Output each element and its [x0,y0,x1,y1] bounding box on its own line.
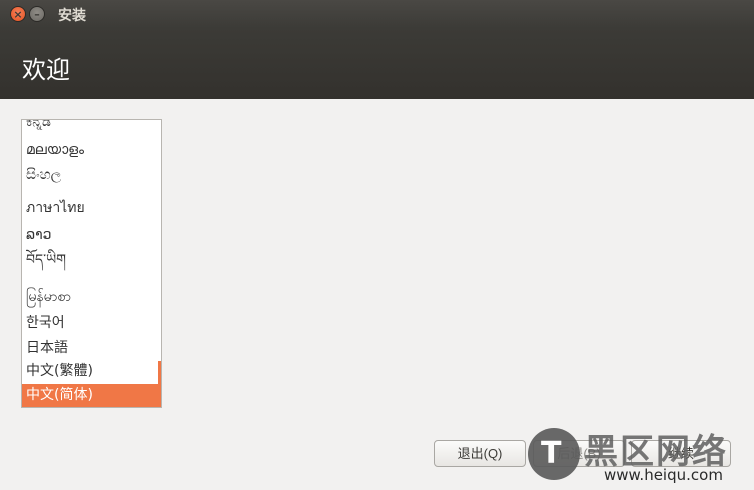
page-header: 欢迎 [0,28,754,99]
language-item[interactable]: မြန်မာစာ [22,286,161,310]
page-title: 欢迎 [22,56,70,84]
language-item[interactable]: 日本語 [22,337,161,361]
selection-edge [158,361,161,385]
language-item[interactable]: 한국어 [22,312,161,336]
language-item[interactable]: ภาษาไทย [22,197,161,221]
watermark-url: www.heiqu.com [604,466,723,484]
language-item[interactable]: සිංහල [22,164,161,188]
language-item-selected[interactable]: 中文(简体) [22,384,161,407]
language-list[interactable]: ಕನ್ನಡ മലയാളം සිංහල ภาษาไทย ລາວ བོད་ཡིག မ… [21,119,162,408]
language-item[interactable]: 中文(繁體) [22,360,161,384]
language-item[interactable]: ಕನ್ನಡ [22,120,161,135]
language-item[interactable]: ລາວ [22,224,161,248]
title-bar: × – 安装 [0,0,754,28]
close-window-icon[interactable]: × [10,6,26,22]
language-item[interactable]: മലയാളം [22,139,161,163]
minimize-window-icon[interactable]: – [29,6,45,22]
watermark-logo-icon: T [528,428,580,480]
language-item[interactable]: བོད་ཡིག [22,249,161,273]
quit-button[interactable]: 退出(Q) [434,440,526,467]
window-title: 安装 [58,8,86,24]
watermark: T 黑区网络 www.heiqu.com [528,424,754,490]
